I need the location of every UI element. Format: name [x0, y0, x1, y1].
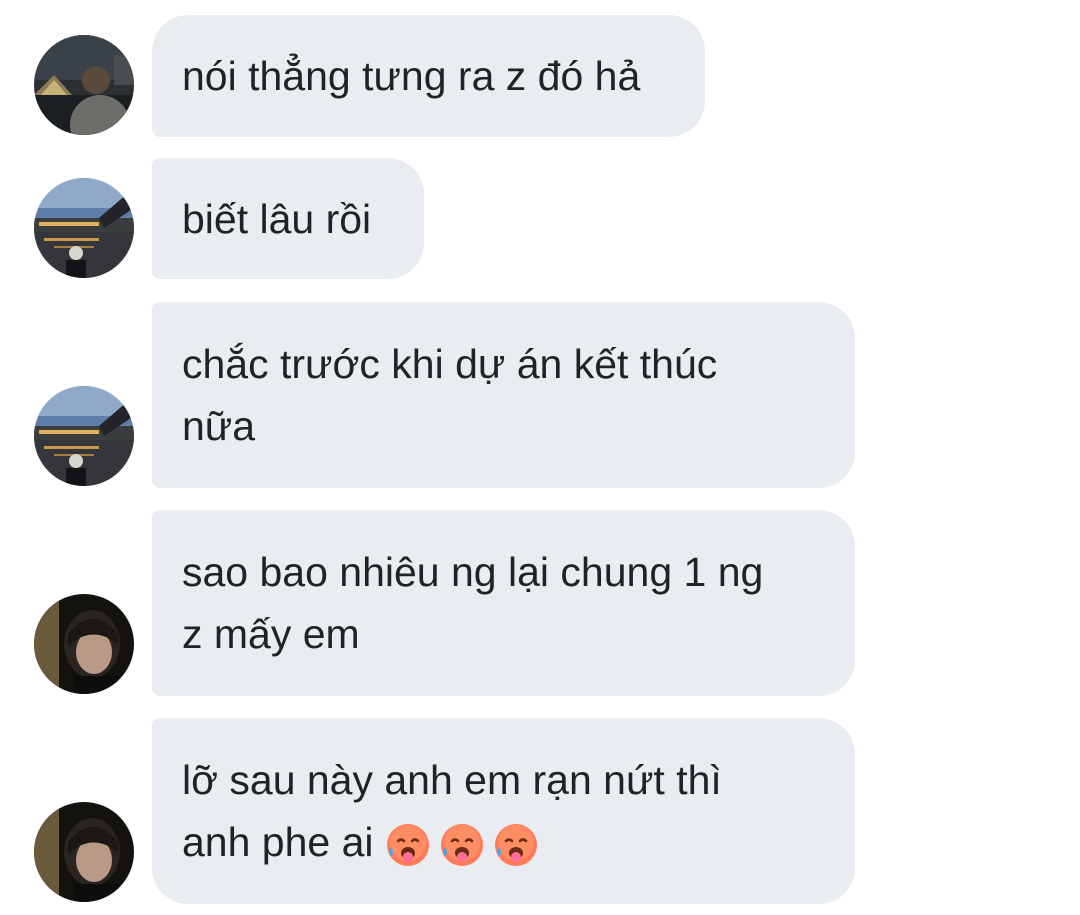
- dark-portrait-avatar-image: [34, 802, 134, 902]
- message-line: lỡ sau này anh em rạn nứt thì: [182, 757, 722, 803]
- sender-avatar[interactable]: [34, 802, 134, 902]
- message-row: nói thẳng tưng ra z đó hả: [0, 15, 1080, 137]
- message-text: sao bao nhiêu ng lại chung 1 ng z mấy em: [182, 541, 763, 665]
- drooling-sweat-face-icon: [492, 821, 540, 869]
- message-row: chắc trước khi dự án kết thúc nữa: [0, 302, 1080, 488]
- river-bridge-avatar-image: [34, 178, 134, 278]
- message-line: z mấy em: [182, 611, 360, 657]
- river-bridge-avatar-image: [34, 386, 134, 486]
- night-plaza-avatar-image: [34, 35, 134, 135]
- message-bubble[interactable]: sao bao nhiêu ng lại chung 1 ng z mấy em: [152, 510, 855, 696]
- message-row: biết lâu rồi: [0, 158, 1080, 279]
- message-text: lỡ sau này anh em rạn nứt thì anh phe ai: [182, 749, 722, 873]
- sender-avatar[interactable]: [34, 594, 134, 694]
- message-row: sao bao nhiêu ng lại chung 1 ng z mấy em: [0, 510, 1080, 696]
- message-line: nữa: [182, 403, 256, 449]
- message-line: anh phe ai: [182, 819, 374, 865]
- message-bubble[interactable]: biết lâu rồi: [152, 158, 424, 279]
- drooling-sweat-face-icon: [384, 821, 432, 869]
- message-text: nói thẳng tưng ra z đó hả: [182, 53, 641, 99]
- message-row: lỡ sau này anh em rạn nứt thì anh phe ai: [0, 718, 1080, 904]
- message-text: biết lâu rồi: [182, 195, 372, 242]
- emoji-group: [384, 821, 540, 869]
- message-line: chắc trước khi dự án kết thúc: [182, 341, 718, 387]
- message-bubble[interactable]: lỡ sau này anh em rạn nứt thì anh phe ai: [152, 718, 855, 904]
- sender-avatar[interactable]: [34, 178, 134, 278]
- dark-portrait-avatar-image: [34, 594, 134, 694]
- sender-avatar[interactable]: [34, 386, 134, 486]
- message-line: sao bao nhiêu ng lại chung 1 ng: [182, 549, 764, 595]
- message-text: chắc trước khi dự án kết thúc nữa: [182, 333, 717, 457]
- chat-thread: nói thẳng tưng ra z đó hả biết lâu rồi c…: [0, 0, 1080, 915]
- sender-avatar[interactable]: [34, 35, 134, 135]
- message-bubble[interactable]: chắc trước khi dự án kết thúc nữa: [152, 302, 855, 488]
- message-bubble[interactable]: nói thẳng tưng ra z đó hả: [152, 15, 705, 137]
- drooling-sweat-face-icon: [438, 821, 486, 869]
